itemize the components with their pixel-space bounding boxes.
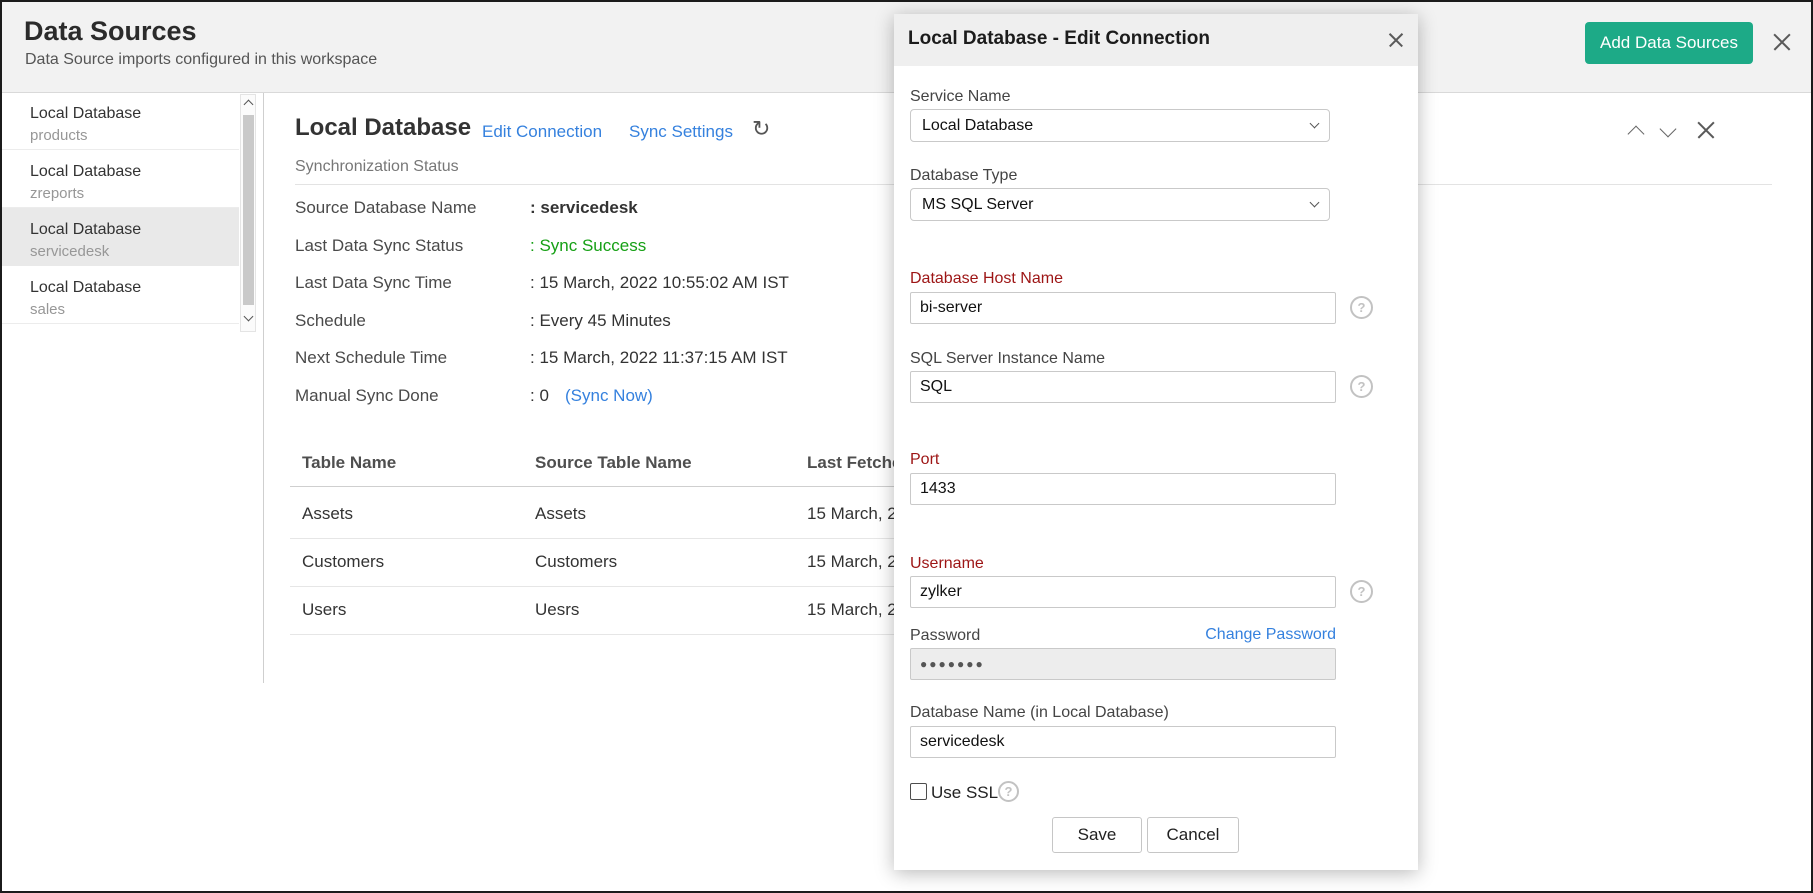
sidebar-divider xyxy=(263,93,264,683)
detail-value: : 0 xyxy=(530,386,549,406)
datasource-subtitle: products xyxy=(30,127,239,144)
datasource-subtitle: zreports xyxy=(30,185,239,202)
datasource-subtitle: servicedesk xyxy=(30,243,239,260)
detail-value: : Every 45 Minutes xyxy=(530,311,671,331)
previous-datasource-icon[interactable] xyxy=(1628,126,1645,143)
host-name-label: Database Host Name xyxy=(910,270,1063,288)
datasource-title: Local Database xyxy=(30,279,239,297)
password-label: Password xyxy=(910,627,980,645)
use-ssl-checkbox[interactable] xyxy=(910,783,927,800)
sidebar-item-products[interactable]: Local Database products xyxy=(2,92,239,150)
cell-table-name: Assets xyxy=(302,504,353,524)
dialog-close-icon[interactable] xyxy=(1386,30,1406,50)
chevron-down-icon xyxy=(1310,198,1320,208)
detail-label: Source Database Name xyxy=(295,198,476,218)
host-name-input[interactable] xyxy=(910,292,1336,324)
instance-name-label: SQL Server Instance Name xyxy=(910,350,1105,368)
database-name-input[interactable] xyxy=(910,726,1336,758)
scroll-up-icon[interactable] xyxy=(244,100,254,110)
refresh-icon[interactable]: ↻ xyxy=(752,118,770,140)
detail-value: : 15 March, 2022 11:37:15 AM IST xyxy=(530,348,788,368)
scroll-down-icon[interactable] xyxy=(244,312,254,322)
page-title: Data Sources xyxy=(24,16,197,47)
cell-source-table-name: Uesrs xyxy=(535,600,579,620)
add-data-sources-button[interactable]: Add Data Sources xyxy=(1585,22,1753,64)
datasource-title: Local Database xyxy=(30,221,239,239)
cell-table-name: Customers xyxy=(302,552,384,572)
ssl-help-icon[interactable]: ? xyxy=(998,781,1019,802)
detail-label: Last Data Sync Time xyxy=(295,273,452,293)
next-datasource-icon[interactable] xyxy=(1660,121,1677,138)
edit-connection-link[interactable]: Edit Connection xyxy=(482,122,602,142)
datasource-title: Local Database xyxy=(30,105,239,123)
sidebar-scrollbar[interactable] xyxy=(240,94,256,332)
service-name-select[interactable]: Local Database xyxy=(910,109,1330,142)
dialog-header: Local Database - Edit Connection xyxy=(894,14,1418,66)
data-sources-page: { "header": { "title": "Data Sources", "… xyxy=(0,0,1813,893)
datasource-heading: Local Database xyxy=(295,114,471,142)
database-type-label: Database Type xyxy=(910,167,1017,185)
column-header-table-name: Table Name xyxy=(302,453,396,473)
add-data-sources-label: Add Data Sources xyxy=(1600,33,1738,53)
database-type-select[interactable]: MS SQL Server xyxy=(910,188,1330,221)
instance-help-icon[interactable]: ? xyxy=(1350,375,1373,398)
cell-table-name: Users xyxy=(302,600,346,620)
sidebar-item-sales[interactable]: Local Database sales xyxy=(2,266,239,324)
password-input[interactable] xyxy=(910,648,1336,680)
cell-last-fetched: 15 March, 2 xyxy=(807,504,897,524)
column-header-last-fetched: Last Fetche xyxy=(807,453,901,473)
port-input[interactable] xyxy=(910,473,1336,505)
username-help-icon[interactable]: ? xyxy=(1350,580,1373,603)
sync-settings-link[interactable]: Sync Settings xyxy=(629,122,733,142)
detail-label: Manual Sync Done xyxy=(295,386,439,406)
cell-last-fetched: 15 March, 2 xyxy=(807,600,897,620)
page-subtitle: Data Source imports configured in this w… xyxy=(25,51,377,69)
close-icon[interactable] xyxy=(1772,32,1792,52)
change-password-link[interactable]: Change Password xyxy=(1205,626,1336,644)
cancel-button[interactable]: Cancel xyxy=(1147,817,1239,853)
port-label: Port xyxy=(910,451,939,469)
save-button-label: Save xyxy=(1078,825,1117,845)
service-name-value: Local Database xyxy=(922,117,1033,135)
sidebar-item-zreports[interactable]: Local Database zreports xyxy=(2,150,239,208)
host-help-icon[interactable]: ? xyxy=(1350,296,1373,319)
detail-label: Next Schedule Time xyxy=(295,348,447,368)
instance-name-input[interactable] xyxy=(910,371,1336,403)
sync-now-link[interactable]: (Sync Now) xyxy=(565,386,653,406)
username-input[interactable] xyxy=(910,576,1336,608)
edit-connection-dialog: Local Database - Edit Connection Service… xyxy=(894,14,1418,870)
section-title: Synchronization Status xyxy=(295,158,459,176)
username-label: Username xyxy=(910,555,984,573)
detail-label: Last Data Sync Status xyxy=(295,236,463,256)
database-name-label: Database Name (in Local Database) xyxy=(910,704,1169,722)
use-ssl-label: Use SSL xyxy=(931,783,998,803)
datasource-title: Local Database xyxy=(30,163,239,181)
cell-last-fetched: 15 March, 2 xyxy=(807,552,897,572)
sync-status-value: : Sync Success xyxy=(530,236,646,256)
cell-source-table-name: Assets xyxy=(535,504,586,524)
cancel-button-label: Cancel xyxy=(1167,825,1220,845)
panel-close-icon[interactable] xyxy=(1696,120,1716,140)
database-type-value: MS SQL Server xyxy=(922,196,1033,214)
cell-source-table-name: Customers xyxy=(535,552,617,572)
detail-value: : 15 March, 2022 10:55:02 AM IST xyxy=(530,273,789,293)
service-name-label: Service Name xyxy=(910,88,1010,106)
column-header-source-table-name: Source Table Name xyxy=(535,453,692,473)
save-button[interactable]: Save xyxy=(1052,817,1142,853)
detail-label: Schedule xyxy=(295,311,366,331)
scrollbar-thumb[interactable] xyxy=(243,115,254,305)
datasource-subtitle: sales xyxy=(30,301,239,318)
sidebar-item-servicedesk[interactable]: Local Database servicedesk xyxy=(2,208,239,266)
dialog-title: Local Database - Edit Connection xyxy=(908,28,1210,50)
chevron-down-icon xyxy=(1310,119,1320,129)
detail-value: : servicedesk xyxy=(530,198,638,218)
